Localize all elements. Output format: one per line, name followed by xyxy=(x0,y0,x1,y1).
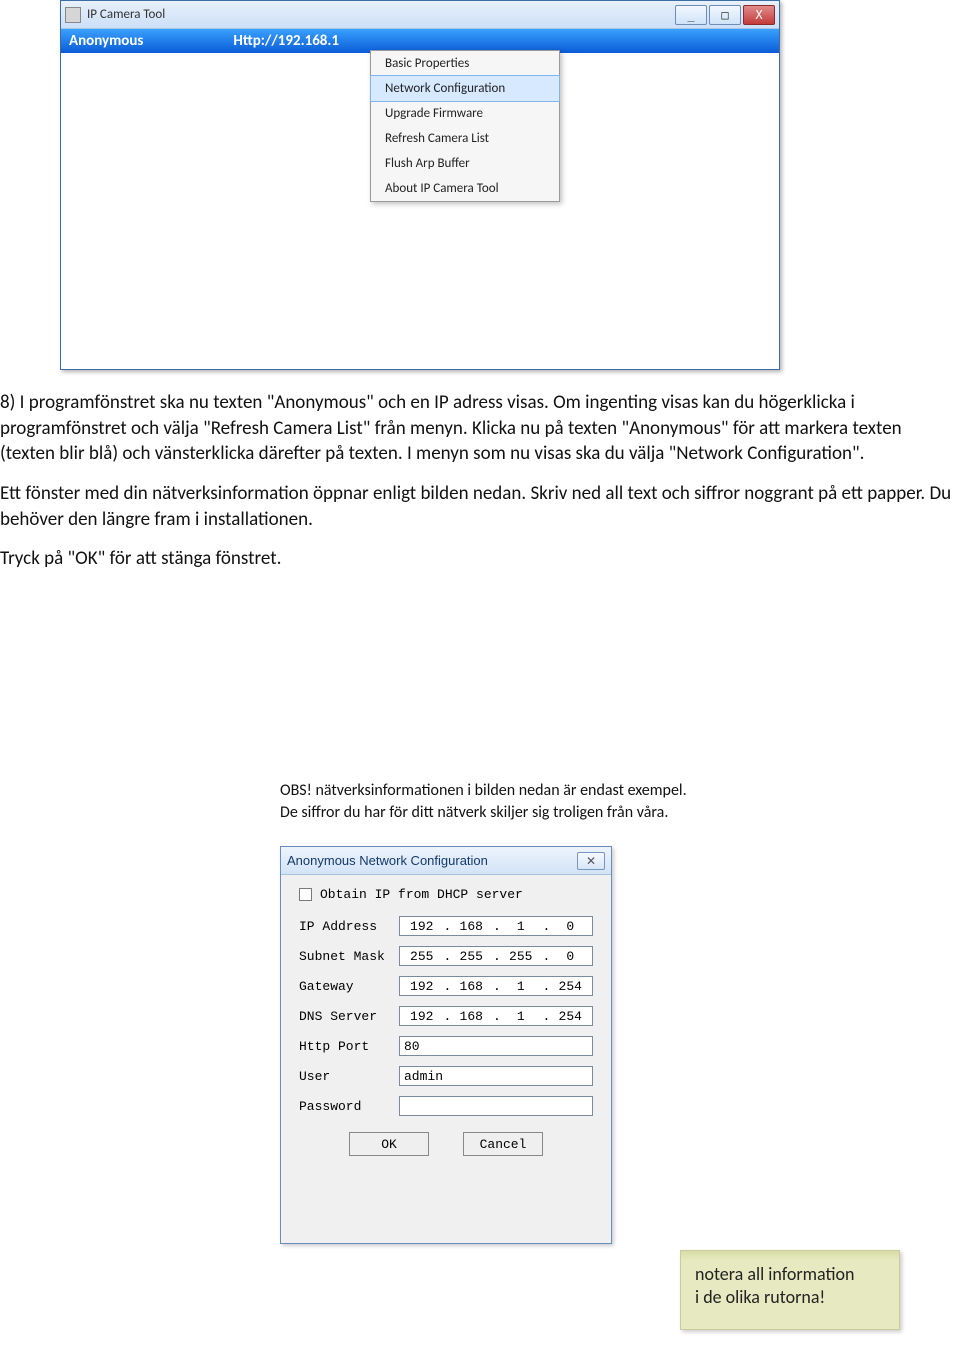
gateway-label: Gateway xyxy=(299,979,399,994)
close-icon: ✕ xyxy=(586,854,596,868)
menu-network-configuration[interactable]: Network Configuration xyxy=(370,75,560,102)
dns-server-label: DNS Server xyxy=(299,1009,399,1024)
menu-basic-properties[interactable]: Basic Properties xyxy=(371,51,559,76)
instruction-p2: Ett fönster med din nätverksinformation … xyxy=(0,481,952,532)
http-port-input[interactable]: 80 xyxy=(399,1036,593,1056)
sticky-line1: notera all information xyxy=(695,1263,885,1286)
instruction-text: 8) I programfönstret ska nu texten "Anon… xyxy=(0,390,960,586)
close-button[interactable]: X xyxy=(743,5,775,25)
subnet-mask-label: Subnet Mask xyxy=(299,949,399,964)
menu-refresh-camera-list[interactable]: Refresh Camera List xyxy=(371,126,559,151)
user-label: User xyxy=(299,1069,399,1084)
camera-url: Http://192.168.1 xyxy=(233,32,339,50)
sticky-note: notera all information i de olika rutorn… xyxy=(680,1250,900,1330)
ok-button[interactable]: OK xyxy=(349,1132,429,1156)
obs-note: OBS! nätverksinformationen i bilden neda… xyxy=(280,780,820,823)
http-port-label: Http Port xyxy=(299,1039,399,1054)
minimize-button[interactable]: _ xyxy=(675,5,707,25)
maximize-icon: □ xyxy=(721,8,728,22)
ip-address-input[interactable]: 192. 168. 1. 0 xyxy=(399,916,593,936)
user-input[interactable]: admin xyxy=(399,1066,593,1086)
password-input[interactable] xyxy=(399,1096,593,1116)
dhcp-checkbox[interactable] xyxy=(299,888,312,901)
camera-name: Anonymous xyxy=(69,32,143,50)
cancel-button[interactable]: Cancel xyxy=(463,1132,543,1156)
close-icon: X xyxy=(755,8,762,22)
app-icon xyxy=(65,7,81,23)
password-label: Password xyxy=(299,1099,399,1114)
instruction-p1: 8) I programfönstret ska nu texten "Anon… xyxy=(0,390,952,467)
gateway-input[interactable]: 192. 168. 1. 254 xyxy=(399,976,593,996)
subnet-mask-input[interactable]: 255. 255. 255. 0 xyxy=(399,946,593,966)
dialog-close-button[interactable]: ✕ xyxy=(577,852,605,870)
network-config-dialog: Anonymous Network Configuration ✕ Obtain… xyxy=(280,846,612,1244)
instruction-p3: Tryck på "OK" för att stänga fönstret. xyxy=(0,546,952,572)
menu-flush-arp-buffer[interactable]: Flush Arp Buffer xyxy=(371,151,559,176)
obs-line2: De siffror du har för ditt nätverk skilj… xyxy=(280,802,820,824)
minimize-icon: _ xyxy=(687,8,694,22)
dialog-titlebar[interactable]: Anonymous Network Configuration ✕ xyxy=(281,847,611,875)
ip-address-label: IP Address xyxy=(299,919,399,934)
maximize-button[interactable]: □ xyxy=(709,5,741,25)
dhcp-label: Obtain IP from DHCP server xyxy=(320,887,523,902)
context-menu: Basic Properties Network Configuration U… xyxy=(370,50,560,202)
sticky-line2: i de olika rutorna! xyxy=(695,1286,885,1309)
dns-server-input[interactable]: 192. 168. 1. 254 xyxy=(399,1006,593,1026)
obs-line1: OBS! nätverksinformationen i bilden neda… xyxy=(280,780,820,802)
window-title: IP Camera Tool xyxy=(87,7,165,22)
menu-about[interactable]: About IP Camera Tool xyxy=(371,176,559,201)
dialog-title: Anonymous Network Configuration xyxy=(287,853,488,868)
menu-upgrade-firmware[interactable]: Upgrade Firmware xyxy=(371,101,559,126)
window-titlebar[interactable]: IP Camera Tool _ □ X xyxy=(61,1,779,29)
